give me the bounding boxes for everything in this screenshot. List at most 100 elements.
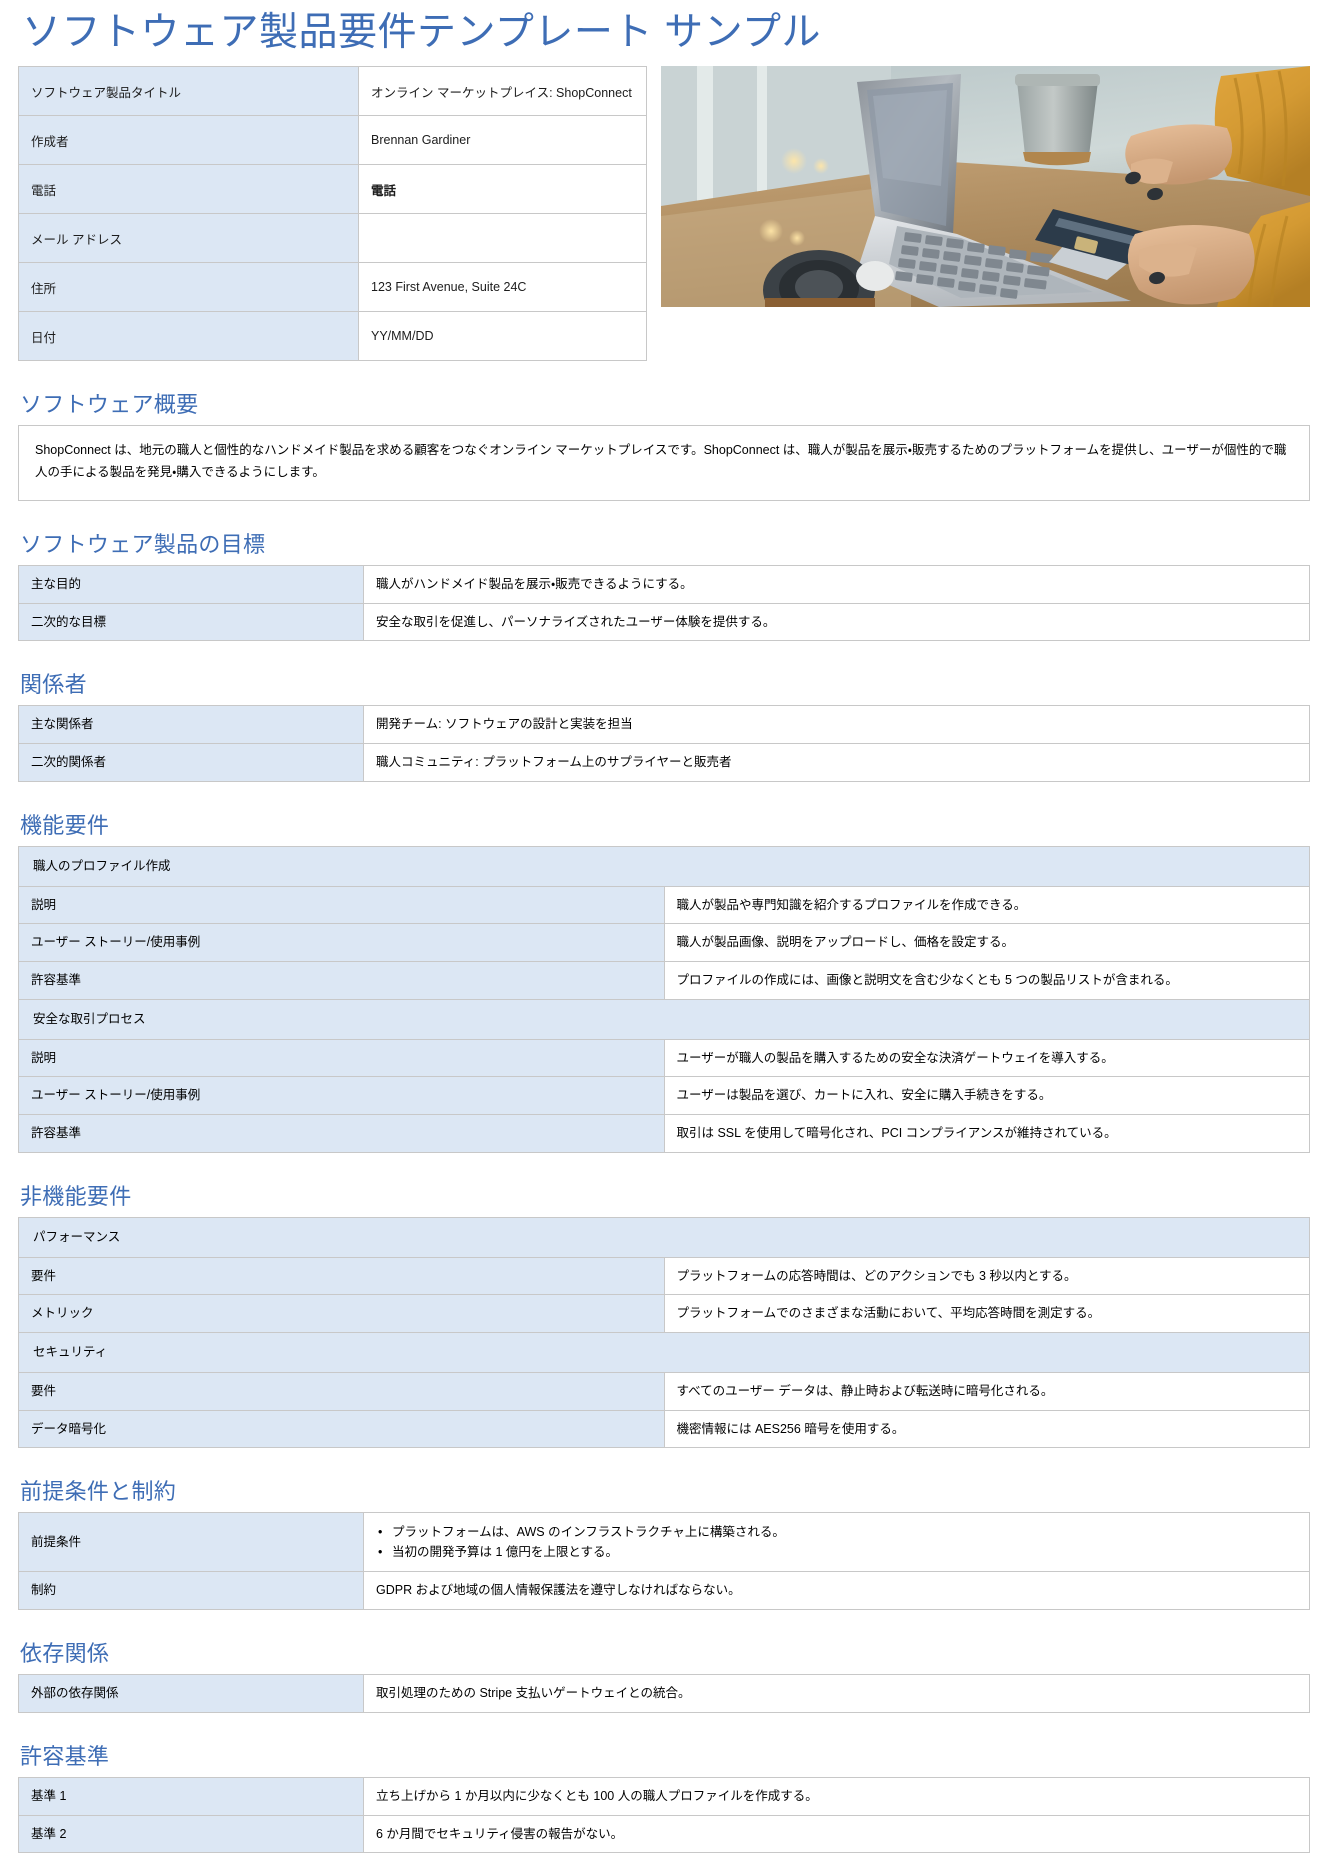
nfr-g1-value-data-encryption[interactable]: 機密情報には AES256 暗号を使用する。 [663, 1409, 1310, 1449]
table-row: ユーザー ストーリー/使用事例 ユーザーは製品を選び、カートに入れ、安全に購入手… [18, 1076, 1310, 1116]
nfr-group-title-security: セキュリティ [18, 1332, 1310, 1373]
table-row: 電話 電話 [18, 164, 647, 215]
section-heading-stakeholders: 関係者 [20, 672, 87, 698]
table-row: 二次的な目標 安全な取引を促進し、パーソナライズされたユーザー体験を提供する。 [18, 602, 1310, 642]
table-row: ソフトウェア製品タイトル オンライン マーケットプレイス: ShopConnec… [18, 66, 647, 117]
table-row: 主な目的 職人がハンドメイド製品を展示・販売できるようにする。 [18, 564, 1310, 604]
info-label-phone: 電話 [18, 164, 359, 215]
fr-g1-label-acceptance: 許容基準 [18, 1114, 665, 1153]
info-value-address[interactable]: 123 First Avenue, Suite 24C [358, 262, 647, 313]
table-row: 住所 123 First Avenue, Suite 24C [18, 262, 647, 313]
info-value-phone[interactable]: 電話 [358, 164, 647, 215]
section-heading-functional-requirements: 機能要件 [20, 812, 110, 838]
nfr-g1-label-data-encryption: データ暗号化 [18, 1409, 665, 1449]
info-value-date[interactable]: YY/MM/DD [358, 311, 647, 362]
dependencies-label-external: 外部の依存関係 [18, 1674, 364, 1713]
section-heading-overview: ソフトウェア概要 [20, 392, 199, 418]
stakeholders-label-secondary: 二次的関係者 [18, 743, 364, 782]
fr-g1-label-description: 説明 [18, 1038, 665, 1078]
table-row: 二次的関係者 職人コミュニティ: プラットフォーム上のサプライヤーと販売者 [18, 743, 1310, 782]
assumptions-constraints-table: 前提条件 プラットフォームは、AWS のインフラストラクチャ上に構築される。 当… [18, 1512, 1310, 1611]
list-item: プラットフォームは、AWS のインフラストラクチャ上に構築される。 [378, 1522, 1297, 1542]
nonfunctional-requirements-table: パフォーマンス 要件 プラットフォームの応答時間は、どのアクションでも 3 秒以… [18, 1216, 1310, 1449]
goals-label-secondary: 二次的な目標 [18, 602, 364, 642]
table-row: 許容基準 プロファイルの作成には、画像と説明文を含む少なくとも 5 つの製品リス… [18, 961, 1310, 1000]
info-label-address: 住所 [18, 262, 359, 313]
table-row: ユーザー ストーリー/使用事例 職人が製品画像、説明をアップロードし、価格を設定… [18, 923, 1310, 963]
list-item: 当初の開発予算は 1 億円を上限とする。 [378, 1542, 1297, 1562]
fr-g0-label-user-story: ユーザー ストーリー/使用事例 [18, 923, 665, 963]
hero-photo [661, 66, 1310, 308]
nfr-g1-value-requirement[interactable]: すべてのユーザー データは、静止時および転送時に暗号化される。 [663, 1371, 1310, 1411]
acceptance-label-criterion-1: 基準 1 [18, 1776, 364, 1816]
functional-requirements-table: 職人のプロファイル作成 説明 職人が製品や専門知識を紹介するプロファイルを作成で… [18, 845, 1310, 1153]
stakeholders-table: 主な関係者 開発チーム: ソフトウェアの設計と実装を担当 二次的関係者 職人コミ… [18, 705, 1310, 782]
section-heading-goals: ソフトウェア製品の目標 [20, 531, 266, 557]
fr-group-title-secure-transaction: 安全な取引プロセス [18, 998, 1310, 1040]
info-value-product-title[interactable]: オンライン マーケットプレイス: ShopConnect [358, 66, 647, 117]
assumptions-value[interactable]: プラットフォームは、AWS のインフラストラクチャ上に構築される。 当初の開発予… [363, 1512, 1310, 1573]
table-row: 基準 2 6 か月間でセキュリティ侵害の報告がない。 [18, 1814, 1310, 1854]
nfr-g0-label-requirement: 要件 [18, 1256, 665, 1296]
constraint-value[interactable]: GDPR および地域の個人情報保護法を遵守しなければならない。 [363, 1571, 1310, 1611]
document-page: ソフトウェア製品要件テンプレート サンプル ソフトウェア製品タイトル オンライン… [0, 0, 1328, 1867]
section-heading-dependencies: 依存関係 [20, 1641, 110, 1667]
nfr-g0-value-metric[interactable]: プラットフォームでのさまざまな活動において、平均応答時間を測定する。 [663, 1294, 1310, 1334]
overview-paragraph-box: ShopConnect は、地元の職人と個性的なハンドメイド製品を求める顧客をつ… [18, 425, 1310, 501]
nfr-group-title-performance: パフォーマンス [18, 1216, 1310, 1258]
fr-g0-label-acceptance: 許容基準 [18, 961, 665, 1000]
acceptance-label-criterion-2: 基準 2 [18, 1814, 364, 1854]
acceptance-value-criterion-2[interactable]: 6 か月間でセキュリティ侵害の報告がない。 [363, 1814, 1310, 1854]
group-header-row: 職人のプロファイル作成 [18, 845, 1310, 887]
fr-g0-value-acceptance[interactable]: プロファイルの作成には、画像と説明文を含む少なくとも 5 つの製品リストが含まれ… [663, 961, 1310, 1000]
table-row: データ暗号化 機密情報には AES256 暗号を使用する。 [18, 1409, 1310, 1449]
info-label-author: 作成者 [18, 115, 359, 166]
overview-paragraph-text: ShopConnect は、地元の職人と個性的なハンドメイド製品を求める顧客をつ… [35, 443, 1287, 479]
nfr-g0-label-metric: メトリック [18, 1294, 665, 1334]
info-label-product-title: ソフトウェア製品タイトル [18, 66, 359, 117]
fr-g0-label-description: 説明 [18, 885, 665, 925]
info-value-email[interactable] [358, 213, 647, 264]
table-row: 主な関係者 開発チーム: ソフトウェアの設計と実装を担当 [18, 705, 1310, 745]
group-header-row: パフォーマンス [18, 1216, 1310, 1258]
section-heading-assumptions-constraints: 前提条件と制約 [20, 1479, 177, 1505]
table-row: 要件 プラットフォームの応答時間は、どのアクションでも 3 秒以内とする。 [18, 1256, 1310, 1296]
nfr-g0-value-requirement[interactable]: プラットフォームの応答時間は、どのアクションでも 3 秒以内とする。 [663, 1256, 1310, 1296]
goals-value-primary[interactable]: 職人がハンドメイド製品を展示・販売できるようにする。 [363, 564, 1310, 604]
table-row: 前提条件 プラットフォームは、AWS のインフラストラクチャ上に構築される。 当… [18, 1512, 1310, 1573]
fr-g0-value-description[interactable]: 職人が製品や専門知識を紹介するプロファイルを作成できる。 [663, 885, 1310, 925]
fr-g1-value-acceptance[interactable]: 取引は SSL を使用して暗号化され、PCI コンプライアンスが維持されている。 [663, 1114, 1310, 1153]
fr-g1-label-user-story: ユーザー ストーリー/使用事例 [18, 1076, 665, 1116]
info-value-author[interactable]: Brennan Gardiner [358, 115, 647, 166]
table-row: 基準 1 立ち上げから 1 か月以内に少なくとも 100 人の職人プロファイルを… [18, 1776, 1310, 1816]
section-heading-nonfunctional-requirements: 非機能要件 [20, 1183, 132, 1209]
table-row: 説明 職人が製品や専門知識を紹介するプロファイルを作成できる。 [18, 885, 1310, 925]
stakeholders-value-primary[interactable]: 開発チーム: ソフトウェアの設計と実装を担当 [363, 705, 1310, 745]
stakeholders-label-primary: 主な関係者 [18, 705, 364, 745]
acceptance-criteria-table: 基準 1 立ち上げから 1 か月以内に少なくとも 100 人の職人プロファイルを… [18, 1776, 1310, 1854]
info-label-date: 日付 [18, 311, 359, 362]
table-row: メール アドレス [18, 213, 647, 264]
fr-g1-value-user-story[interactable]: ユーザーは製品を選び、カートに入れ、安全に購入手続きをする。 [663, 1076, 1310, 1116]
goals-label-primary: 主な目的 [18, 564, 364, 604]
fr-g0-value-user-story[interactable]: 職人が製品画像、説明をアップロードし、価格を設定する。 [663, 923, 1310, 963]
header-block: ソフトウェア製品タイトル オンライン マーケットプレイス: ShopConnec… [18, 66, 1310, 362]
goals-table: 主な目的 職人がハンドメイド製品を展示・販売できるようにする。 二次的な目標 安… [18, 564, 1310, 642]
table-row: 制約 GDPR および地域の個人情報保護法を遵守しなければならない。 [18, 1571, 1310, 1611]
fr-group-title-artisan-profile: 職人のプロファイル作成 [18, 845, 1310, 887]
table-row: 説明 ユーザーが職人の製品を購入するための安全な決済ゲートウェイを導入する。 [18, 1038, 1310, 1078]
assumptions-label: 前提条件 [18, 1512, 364, 1573]
goals-value-secondary[interactable]: 安全な取引を促進し、パーソナライズされたユーザー体験を提供する。 [363, 602, 1310, 642]
stakeholders-value-secondary[interactable]: 職人コミュニティ: プラットフォーム上のサプライヤーと販売者 [363, 743, 1310, 782]
dependencies-value-external[interactable]: 取引処理のための Stripe 支払いゲートウェイとの統合。 [363, 1674, 1310, 1713]
table-row: メトリック プラットフォームでのさまざまな活動において、平均応答時間を測定する。 [18, 1294, 1310, 1334]
dependencies-table: 外部の依存関係 取引処理のための Stripe 支払いゲートウェイとの統合。 [18, 1674, 1310, 1713]
group-header-row: セキュリティ [18, 1332, 1310, 1373]
constraint-label: 制約 [18, 1571, 364, 1611]
group-header-row: 安全な取引プロセス [18, 998, 1310, 1040]
fr-g1-value-description[interactable]: ユーザーが職人の製品を購入するための安全な決済ゲートウェイを導入する。 [663, 1038, 1310, 1078]
table-row: 要件 すべてのユーザー データは、静止時および転送時に暗号化される。 [18, 1371, 1310, 1411]
table-row: 許容基準 取引は SSL を使用して暗号化され、PCI コンプライアンスが維持さ… [18, 1114, 1310, 1153]
acceptance-value-criterion-1[interactable]: 立ち上げから 1 か月以内に少なくとも 100 人の職人プロファイルを作成する。 [363, 1776, 1310, 1816]
table-row: 外部の依存関係 取引処理のための Stripe 支払いゲートウェイとの統合。 [18, 1674, 1310, 1713]
